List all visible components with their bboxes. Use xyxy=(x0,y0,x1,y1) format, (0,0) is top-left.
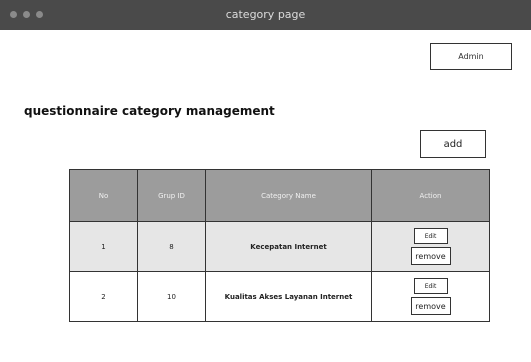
add-button[interactable]: add xyxy=(420,130,486,158)
row-group-id: 10 xyxy=(137,271,206,322)
row-category-name: Kualitas Akses Layanan Internet xyxy=(205,271,372,322)
row-actions: Edit remove xyxy=(371,221,490,272)
remove-button[interactable]: remove xyxy=(410,297,451,315)
category-table: No Grup ID Category Name Action 1 8 Kece… xyxy=(69,169,490,322)
page-title: questionnaire category management xyxy=(24,104,275,118)
edit-button[interactable]: Edit xyxy=(413,228,448,244)
row-no: 2 xyxy=(69,271,138,322)
column-header-no: No xyxy=(69,169,138,222)
table-row: 2 10 Kualitas Akses Layanan Internet Edi… xyxy=(69,271,490,322)
column-header-group-id: Grup ID xyxy=(137,169,206,222)
row-actions: Edit remove xyxy=(371,271,490,322)
window-title: category page xyxy=(225,8,306,21)
admin-button[interactable]: Admin xyxy=(430,43,512,70)
row-group-id: 8 xyxy=(137,221,206,272)
column-header-category-name: Category Name xyxy=(205,169,372,222)
app-window: category page Admin questionnaire catego… xyxy=(0,0,531,362)
column-header-action: Action xyxy=(371,169,490,222)
table-row: 1 8 Kecepatan Internet Edit remove xyxy=(69,221,490,272)
title-bar: category page xyxy=(0,0,531,30)
edit-button[interactable]: Edit xyxy=(413,278,448,294)
row-category-name: Kecepatan Internet xyxy=(205,221,372,272)
table-header-row: No Grup ID Category Name Action xyxy=(69,169,490,222)
remove-button[interactable]: remove xyxy=(410,247,451,265)
row-no: 1 xyxy=(69,221,138,272)
